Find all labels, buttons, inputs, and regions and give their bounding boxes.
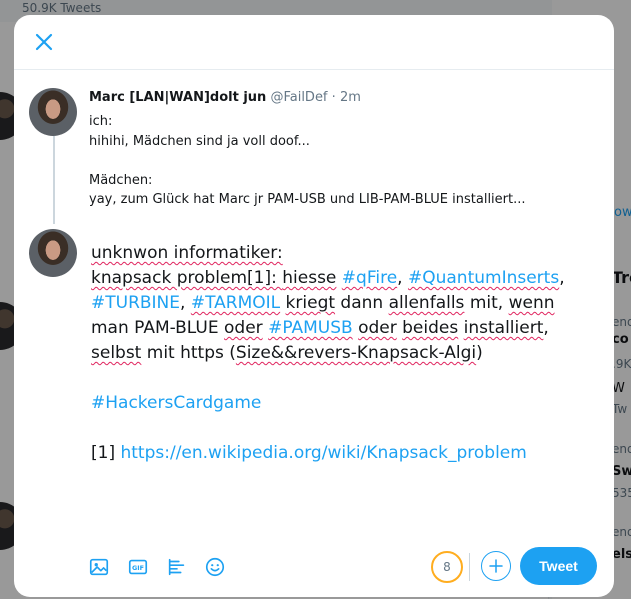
compose-text: beides — [402, 318, 459, 338]
plus-icon — [489, 559, 503, 573]
user-avatar[interactable] — [29, 229, 77, 277]
svg-text:GIF: GIF — [132, 564, 144, 572]
add-image-button[interactable] — [88, 556, 110, 578]
tweet-timestamp[interactable]: 2m — [340, 90, 361, 105]
close-button[interactable] — [32, 30, 56, 54]
tweet-header: Marc [LAN|WAN]dolt jun @FailDef · 2m — [89, 90, 361, 105]
hashtag[interactable]: #HackersCardgame — [91, 393, 261, 413]
add-poll-button[interactable] — [166, 556, 188, 578]
tweet-button[interactable]: Tweet — [520, 547, 597, 585]
compose-text: man PAM-BLUE — [91, 318, 225, 338]
author-avatar[interactable] — [29, 88, 77, 136]
emoji-icon — [205, 557, 225, 577]
add-gif-button[interactable]: GIF — [127, 556, 149, 578]
modal-header — [14, 15, 614, 70]
compose-text: unknwon informatiker: — [91, 243, 283, 263]
hashtag[interactable]: #TARMOIL — [191, 293, 280, 313]
compose-line: knapsack problem[1]: hiesse #qFire, #Qua… — [91, 266, 571, 291]
character-counter: 8 — [431, 551, 463, 583]
compose-text: , — [559, 268, 565, 288]
hashtag[interactable]: #QuantumInserts — [408, 268, 559, 288]
compose-text: [1] — [91, 443, 121, 463]
tweet-line: hihihi, Mädchen sind ja voll doof... — [89, 133, 310, 149]
compose-line: #TURBINE, #TARMOIL kriegt dann allenfall… — [91, 291, 571, 316]
reply-compose-textarea[interactable]: unknwon informatiker: knapsack problem[1… — [91, 241, 571, 466]
compose-line: [1] https://en.wikipedia.org/wiki/Knapsa… — [91, 441, 571, 466]
separator-dot: · — [331, 90, 336, 105]
compose-line: unknwon informatiker: — [91, 241, 571, 266]
compose-line: #HackersCardgame — [91, 391, 571, 416]
poll-icon — [168, 558, 185, 576]
author-handle[interactable]: @FailDef — [270, 90, 327, 105]
compose-text: oder — [224, 318, 263, 338]
compose-text: dann — [335, 293, 389, 313]
tweet-line: yay, zum Glück hat Marc jr PAM-USB und L… — [89, 192, 526, 207]
hashtag[interactable]: #TURBINE — [91, 293, 180, 313]
compose-text: installiert — [463, 318, 544, 338]
compose-text: mit, — [464, 293, 509, 313]
compose-line — [91, 366, 571, 391]
compose-text: , — [397, 268, 408, 288]
compose-text: oder — [358, 318, 397, 338]
compose-text: selbst — [91, 343, 142, 363]
compose-line: selbst mit https (Size&&revers-Knapsack-… — [91, 341, 571, 366]
compose-text: hiesse — [282, 268, 337, 288]
hashtag[interactable]: #PAMUSB — [268, 318, 353, 338]
tweet-line: ich: — [89, 114, 113, 129]
author-name[interactable]: Marc [LAN|WAN]dolt jun — [89, 90, 266, 105]
compose-text: knapsack problem[1]: — [91, 268, 283, 288]
compose-text: mit https ( — [141, 343, 236, 363]
toolbar-divider — [469, 553, 470, 581]
compose-line: man PAM-BLUE oder #PAMUSB oder beides in… — [91, 316, 571, 341]
reply-thread-line — [53, 136, 55, 224]
image-icon — [89, 558, 109, 576]
original-tweet-text: ich: hihihi, Mädchen sind ja voll doof..… — [89, 112, 589, 210]
reply-modal: Marc [LAN|WAN]dolt jun @FailDef · 2m ich… — [14, 15, 614, 597]
add-tweet-button[interactable] — [481, 551, 511, 581]
compose-text: allenfalls — [388, 293, 465, 313]
compose-text: kriegt — [285, 293, 336, 313]
compose-text: , — [180, 293, 191, 313]
compose-text: Size&&revers-Knapsack-Algi — [235, 343, 477, 363]
link[interactable]: https://en.wikipedia.org/wiki/Knapsack_p… — [120, 443, 526, 463]
hashtag[interactable]: #qFire — [342, 268, 397, 288]
tweet-line — [89, 151, 589, 171]
close-icon — [35, 33, 53, 51]
compose-line — [91, 416, 571, 441]
compose-text: ) — [476, 343, 483, 363]
tweet-line: Mädchen: — [89, 172, 153, 188]
compose-text: wenn — [508, 293, 555, 313]
gif-icon: GIF — [128, 559, 148, 575]
compose-text: , — [543, 318, 549, 338]
add-emoji-button[interactable] — [204, 556, 226, 578]
